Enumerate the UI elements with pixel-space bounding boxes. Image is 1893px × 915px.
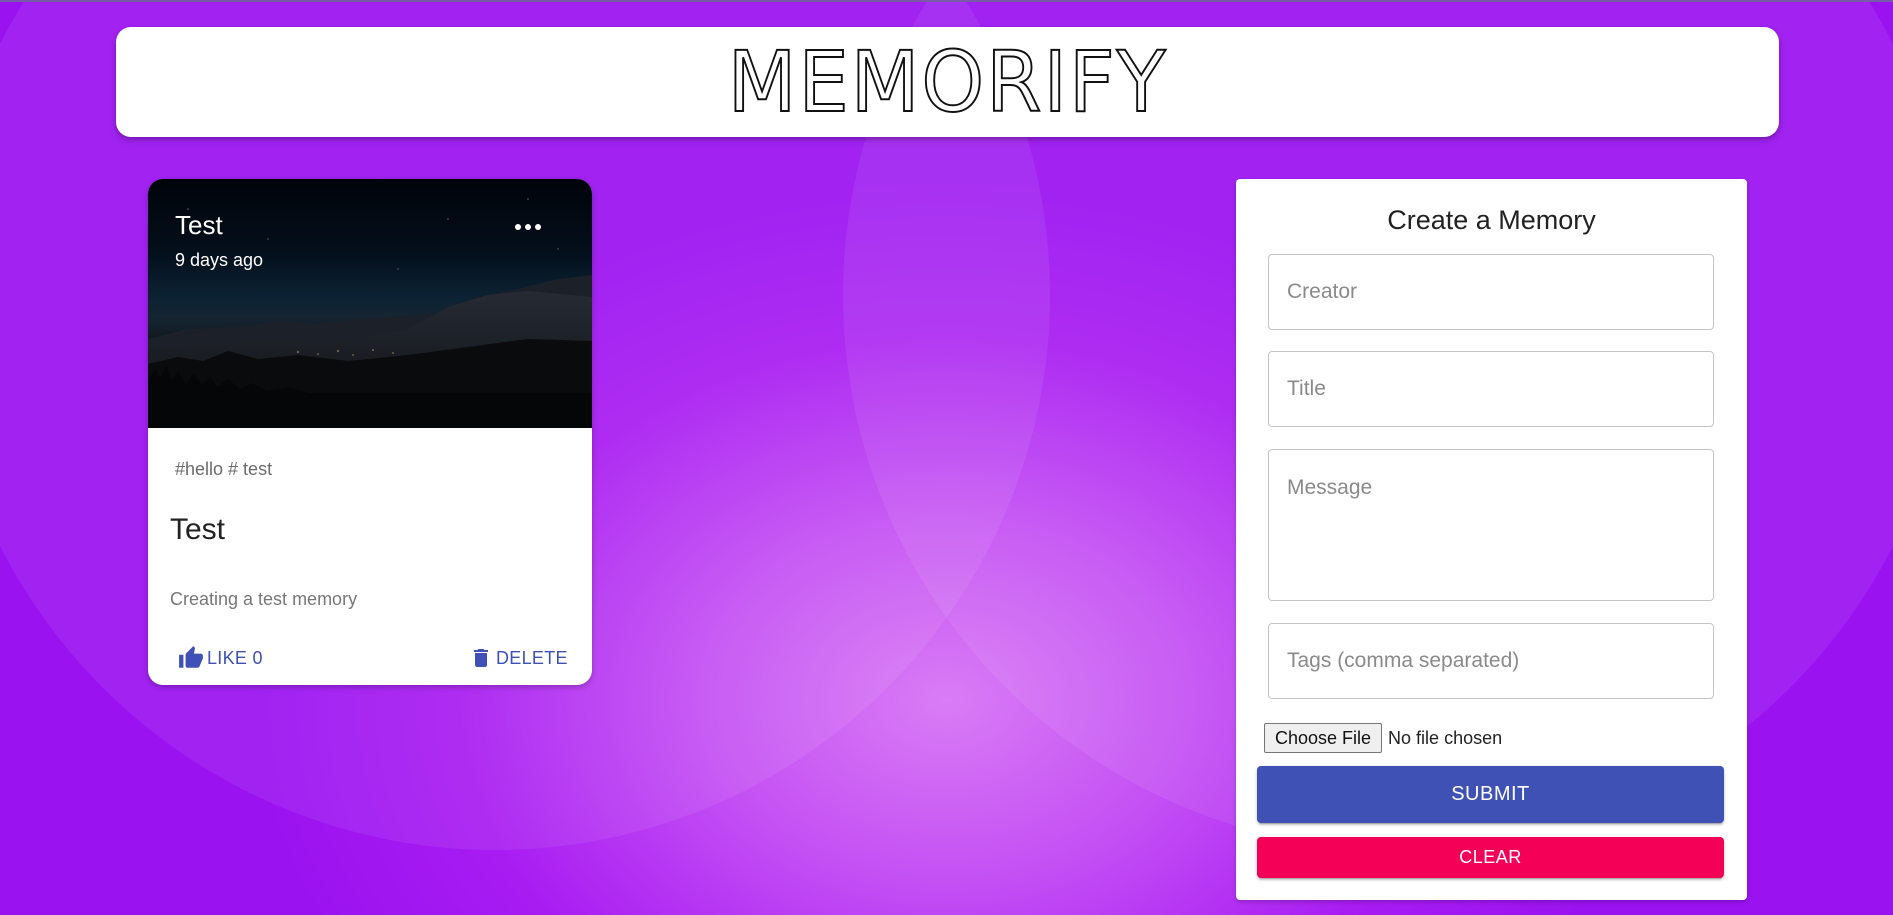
thumb-up-icon <box>179 646 203 668</box>
clear-button[interactable]: CLEAR <box>1257 837 1724 878</box>
file-status: No file chosen <box>1388 727 1503 748</box>
file-upload: Choose File No file chosen <box>1264 723 1502 753</box>
submit-button[interactable]: SUBMIT <box>1257 766 1724 823</box>
like-button[interactable]: LIKE 0 <box>178 642 263 674</box>
message-input[interactable] <box>1269 450 1713 600</box>
post-title-overlay: Test <box>175 210 223 240</box>
more-horizontal-icon <box>513 224 543 230</box>
delete-button[interactable]: DELETE <box>469 642 568 674</box>
post-message: Creating a test memory <box>170 589 358 609</box>
title-field <box>1268 351 1714 427</box>
message-field <box>1268 449 1714 601</box>
form-title: Create a Memory <box>1387 205 1596 235</box>
app-bar: MEMORIFY <box>116 27 1779 137</box>
choose-file-button[interactable]: Choose File <box>1264 723 1383 753</box>
post-card: Test 9 days ago #hello # test Test Creat… <box>148 179 592 685</box>
like-label: LIKE 0 <box>207 647 263 668</box>
post-timestamp: 9 days ago <box>175 250 264 270</box>
more-options-button[interactable] <box>498 209 558 245</box>
title-input[interactable] <box>1269 352 1713 426</box>
creator-field <box>1268 254 1714 330</box>
delete-label: DELETE <box>496 647 568 668</box>
tags-input[interactable] <box>1269 624 1713 698</box>
post-tags: #hello # test <box>175 459 273 479</box>
tags-field <box>1268 623 1714 699</box>
trash-icon <box>474 649 488 667</box>
window-top-border <box>0 0 1893 2</box>
app-logo: MEMORIFY <box>727 33 1168 131</box>
post-title: Test <box>170 513 226 546</box>
creator-input[interactable] <box>1269 255 1713 329</box>
create-memory-form: Create a Memory Choose File No file chos… <box>1236 179 1747 900</box>
post-actions: LIKE 0 DELETE <box>148 634 592 684</box>
